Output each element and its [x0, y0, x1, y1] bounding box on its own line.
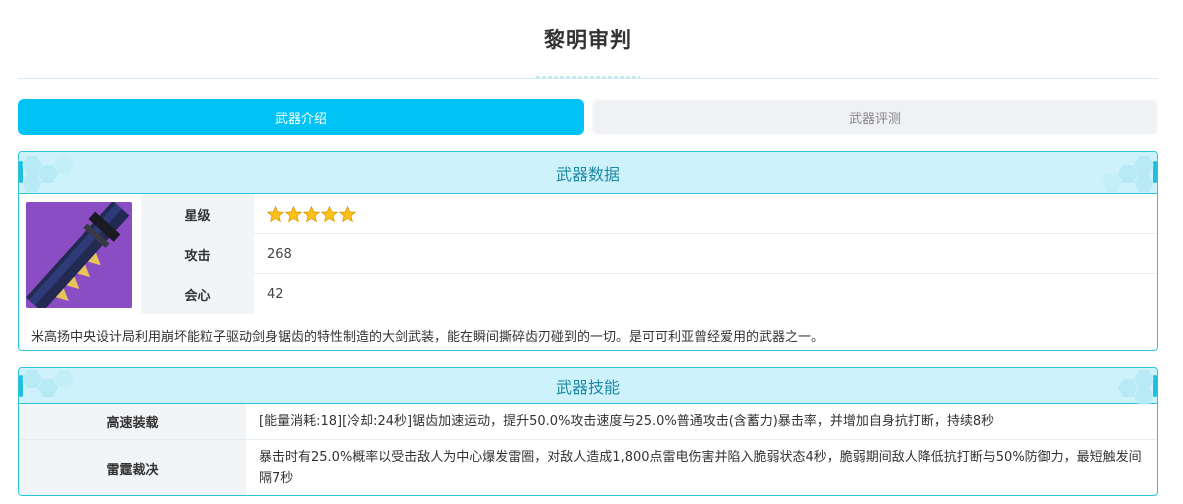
weapon-skills-panel: 武器技能 高速装载 [能量消耗:18][冷却:24秒]锯齿加速运动，提升50.0…: [18, 367, 1158, 496]
weapon-data-panel: 武器数据 星级 攻击 268 会心 42 米高扬中央设计局利用崩坏能粒子驱动剑身…: [18, 151, 1158, 351]
skill-description: 暴击时有25.0%概率以受击敌人为中心爆发雷圈，对敌人造成1,800点雷电伤害并…: [259, 450, 1142, 486]
hex-decoration-icon: [22, 156, 74, 192]
star-icon: [267, 205, 284, 222]
stat-label: 星级: [141, 194, 254, 234]
stat-label: 会心: [141, 274, 254, 314]
weapon-description: 米高扬中央设计局利用崩坏能粒子驱动剑身锯齿的特性制造的大剑武装，能在瞬间撕碎齿刃…: [31, 330, 825, 345]
weapon-skills-title: 武器技能: [555, 377, 620, 397]
title-divider-accent: [536, 76, 640, 79]
weapon-data-title: 武器数据: [555, 164, 620, 184]
stat-value: 268: [267, 246, 292, 262]
skill-row: 雷霆裁决 暴击时有25.0%概率以受击敌人为中心爆发雷圈，对敌人造成1,800点…: [19, 440, 1157, 495]
tab-weapon-intro[interactable]: 武器介绍: [18, 99, 584, 135]
weapon-data-header: 武器数据: [19, 152, 1157, 194]
stat-row-attack: 攻击 268: [141, 234, 1157, 274]
star-rating: [267, 205, 356, 223]
skill-name: 雷霆裁决: [19, 440, 246, 495]
hex-decoration-icon: [22, 370, 74, 397]
skill-name: 高速装载: [19, 404, 246, 439]
tab-weapon-review[interactable]: 武器评测: [592, 99, 1158, 135]
hex-decoration-icon: [1102, 156, 1154, 192]
stat-row-crit: 会心 42: [141, 274, 1157, 314]
star-icon: [339, 205, 356, 222]
stat-value-stars: [267, 194, 356, 234]
stat-label: 攻击: [141, 234, 254, 274]
star-icon: [303, 205, 320, 222]
hex-decoration-icon: [1118, 370, 1154, 404]
weapon-image-cell: [19, 194, 141, 314]
star-icon: [285, 205, 302, 222]
stat-row-rarity: 星级: [141, 194, 1157, 234]
weapon-skills-header: 武器技能: [19, 368, 1157, 404]
star-icon: [321, 205, 338, 222]
skill-row: 高速装载 [能量消耗:18][冷却:24秒]锯齿加速运动，提升50.0%攻击速度…: [19, 404, 1157, 440]
skill-description: [能量消耗:18][冷却:24秒]锯齿加速运动，提升50.0%攻击速度与25.0…: [259, 414, 995, 429]
stat-value: 42: [267, 286, 284, 302]
page-title: 黎明审判: [544, 28, 632, 52]
weapon-image: [26, 202, 132, 308]
